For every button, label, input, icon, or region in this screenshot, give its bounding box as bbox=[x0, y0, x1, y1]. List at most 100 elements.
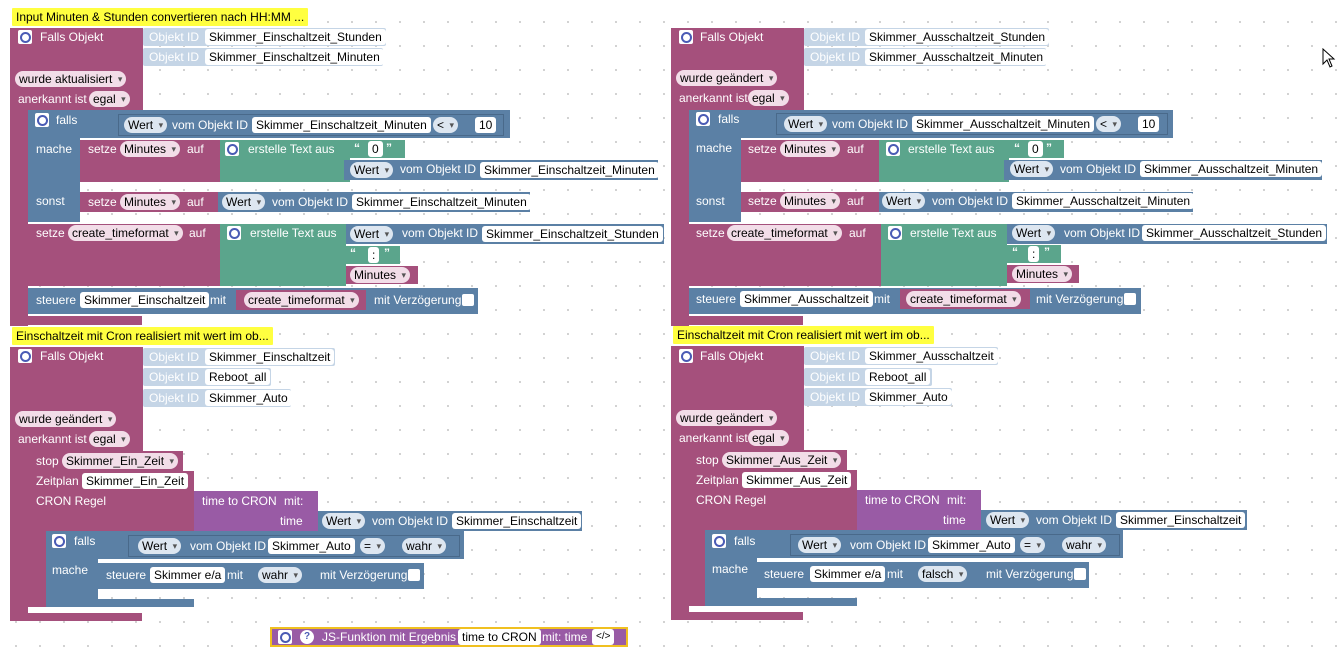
event-dropdown[interactable]: wurde geändert bbox=[676, 410, 778, 426]
function-name-field[interactable]: time to CRON bbox=[458, 629, 541, 645]
object-id-label: vom Objekt ID bbox=[190, 539, 267, 553]
object-id-field[interactable]: Skimmer_Ausschaltzeit_Minuten bbox=[912, 116, 1095, 132]
variable-dropdown[interactable]: Minutes bbox=[120, 194, 181, 210]
schedule-name-field[interactable]: Skimmer_Ein_Zeit bbox=[82, 473, 189, 489]
text-field[interactable]: : bbox=[1028, 246, 1040, 262]
ack-dropdown[interactable]: egal bbox=[89, 431, 130, 447]
object-id-field[interactable]: Skimmer_Ausschaltzeit_Minuten bbox=[1140, 161, 1323, 177]
variable-dropdown[interactable]: Minutes bbox=[1012, 266, 1073, 282]
gear-icon[interactable] bbox=[696, 112, 710, 126]
value-dropdown[interactable]: Wert bbox=[1010, 161, 1054, 177]
number-field[interactable]: 10 bbox=[1138, 116, 1160, 132]
object-id-field[interactable]: Skimmer_Ausschaltzeit_Minuten bbox=[1012, 193, 1195, 209]
gear-icon[interactable] bbox=[679, 349, 693, 363]
ack-dropdown[interactable]: egal bbox=[89, 91, 130, 107]
object-id-field[interactable]: Reboot_all bbox=[865, 369, 931, 385]
gear-icon[interactable] bbox=[679, 30, 693, 44]
object-id-field[interactable]: Skimmer_Einschaltzeit_Minuten bbox=[480, 162, 659, 178]
object-id-field[interactable]: Skimmer_Auto bbox=[205, 390, 292, 406]
text-field[interactable]: : bbox=[368, 247, 380, 263]
object-id-field[interactable]: Skimmer_Einschaltzeit_Stunden bbox=[482, 226, 663, 242]
gear-icon[interactable] bbox=[18, 349, 32, 363]
object-id-field[interactable]: Skimmer e/a bbox=[150, 567, 226, 583]
variable-dropdown[interactable]: create_timeformat bbox=[727, 225, 842, 241]
number-field[interactable]: 10 bbox=[475, 117, 497, 133]
value-dropdown[interactable]: Wert bbox=[322, 513, 366, 529]
comment-block[interactable]: Input Minuten & Stunden convertieren nac… bbox=[12, 8, 309, 26]
gear-icon[interactable] bbox=[227, 226, 241, 240]
variable-dropdown[interactable]: Minutes bbox=[120, 141, 181, 157]
code-editor-button[interactable]: </> bbox=[592, 629, 615, 645]
variable-dropdown[interactable]: create_timeformat bbox=[906, 291, 1021, 307]
operator-dropdown[interactable]: = bbox=[360, 538, 386, 554]
ack-dropdown[interactable]: egal bbox=[748, 90, 789, 106]
object-id-field[interactable]: Skimmer_Auto bbox=[865, 389, 952, 405]
schedule-name-field[interactable]: Skimmer_Aus_Zeit bbox=[742, 472, 852, 488]
object-id-field[interactable]: Skimmer_Ausschaltzeit_Stunden bbox=[865, 29, 1050, 45]
value-dropdown[interactable]: Wert bbox=[124, 117, 168, 133]
gear-icon[interactable] bbox=[18, 30, 32, 44]
delay-checkbox[interactable] bbox=[462, 294, 474, 306]
variable-dropdown[interactable]: Minutes bbox=[780, 141, 841, 157]
gear-icon[interactable] bbox=[278, 630, 292, 644]
value-dropdown[interactable]: Wert bbox=[798, 537, 842, 553]
value-dropdown[interactable]: Wert bbox=[222, 194, 266, 210]
object-id-field[interactable]: Skimmer_Einschaltzeit bbox=[1116, 512, 1246, 528]
value-dropdown[interactable]: Wert bbox=[986, 512, 1030, 528]
ack-dropdown[interactable]: egal bbox=[748, 430, 789, 446]
value-dropdown[interactable]: Wert bbox=[784, 116, 828, 132]
value-dropdown[interactable]: Wert bbox=[350, 162, 394, 178]
event-dropdown[interactable]: wurde geändert bbox=[15, 411, 117, 427]
gear-icon[interactable] bbox=[888, 226, 902, 240]
gear-icon[interactable] bbox=[712, 534, 726, 548]
object-id-field[interactable]: Reboot_all bbox=[205, 369, 271, 385]
variable-dropdown[interactable]: create_timeformat bbox=[68, 225, 183, 241]
boolean-dropdown[interactable]: wahr bbox=[402, 538, 447, 554]
operator-dropdown[interactable]: = bbox=[1020, 537, 1046, 553]
variable-dropdown[interactable]: Minutes bbox=[350, 267, 411, 283]
operator-dropdown[interactable]: < bbox=[433, 117, 459, 133]
to-label: auf bbox=[187, 142, 204, 156]
object-id-field[interactable]: Skimmer_Einschaltzeit_Minuten bbox=[205, 49, 384, 65]
object-id-field[interactable]: Skimmer_Einschaltzeit bbox=[80, 292, 210, 308]
gear-icon[interactable] bbox=[52, 534, 66, 548]
value-dropdown[interactable]: Wert bbox=[350, 226, 394, 242]
variable-dropdown[interactable]: Skimmer_Aus_Zeit bbox=[722, 452, 842, 468]
help-icon[interactable]: ? bbox=[300, 630, 314, 644]
object-id-field[interactable]: Skimmer_Ausschaltzeit_Stunden bbox=[1142, 225, 1327, 241]
object-id-field[interactable]: Skimmer_Ausschaltzeit bbox=[865, 348, 998, 364]
object-id-field[interactable]: Skimmer_Einschaltzeit_Minuten bbox=[352, 194, 531, 210]
variable-dropdown[interactable]: Skimmer_Ein_Zeit bbox=[62, 453, 179, 469]
comment-block[interactable]: Einschaltzeit mit Cron realisiert mit we… bbox=[12, 327, 273, 345]
event-dropdown[interactable]: wurde geändert bbox=[676, 70, 778, 86]
boolean-dropdown[interactable]: wahr bbox=[258, 567, 303, 583]
object-id-field[interactable]: Skimmer_Ausschaltzeit_Minuten bbox=[865, 49, 1048, 65]
delay-checkbox[interactable] bbox=[1124, 293, 1136, 305]
object-id-field[interactable]: Skimmer_Ausschaltzeit bbox=[740, 291, 873, 307]
text-field[interactable]: 0 bbox=[368, 141, 383, 157]
delay-checkbox[interactable] bbox=[1074, 568, 1086, 580]
value-dropdown[interactable]: Wert bbox=[882, 193, 926, 209]
value-dropdown[interactable]: Wert bbox=[1012, 225, 1056, 241]
variable-dropdown[interactable]: create_timeformat bbox=[244, 292, 359, 308]
gear-icon[interactable] bbox=[225, 142, 239, 156]
operator-dropdown[interactable]: < bbox=[1096, 116, 1122, 132]
object-id-field[interactable]: Skimmer e/a bbox=[810, 566, 886, 582]
text-field[interactable]: 0 bbox=[1028, 141, 1043, 157]
object-id-field[interactable]: Skimmer_Einschaltzeit bbox=[205, 349, 335, 365]
value-dropdown[interactable]: Wert bbox=[138, 538, 182, 554]
object-id-field[interactable]: Skimmer_Auto bbox=[268, 538, 355, 554]
boolean-dropdown[interactable]: falsch bbox=[918, 566, 968, 582]
object-id-field[interactable]: Skimmer_Einschaltzeit_Minuten bbox=[252, 117, 431, 133]
variable-dropdown[interactable]: Minutes bbox=[780, 193, 841, 209]
ack-label: anerkannt ist bbox=[18, 92, 87, 106]
object-id-field[interactable]: Skimmer_Einschaltzeit_Stunden bbox=[205, 29, 386, 45]
object-id-field[interactable]: Skimmer_Einschaltzeit bbox=[452, 513, 582, 529]
gear-icon[interactable] bbox=[35, 113, 49, 127]
event-dropdown[interactable]: wurde aktualisiert bbox=[15, 71, 127, 87]
delay-checkbox[interactable] bbox=[408, 569, 420, 581]
comment-block[interactable]: Einschaltzeit mit Cron realisiert mit we… bbox=[673, 326, 934, 344]
boolean-dropdown[interactable]: wahr bbox=[1062, 537, 1107, 553]
gear-icon[interactable] bbox=[886, 142, 900, 156]
object-id-field[interactable]: Skimmer_Auto bbox=[928, 537, 1015, 553]
